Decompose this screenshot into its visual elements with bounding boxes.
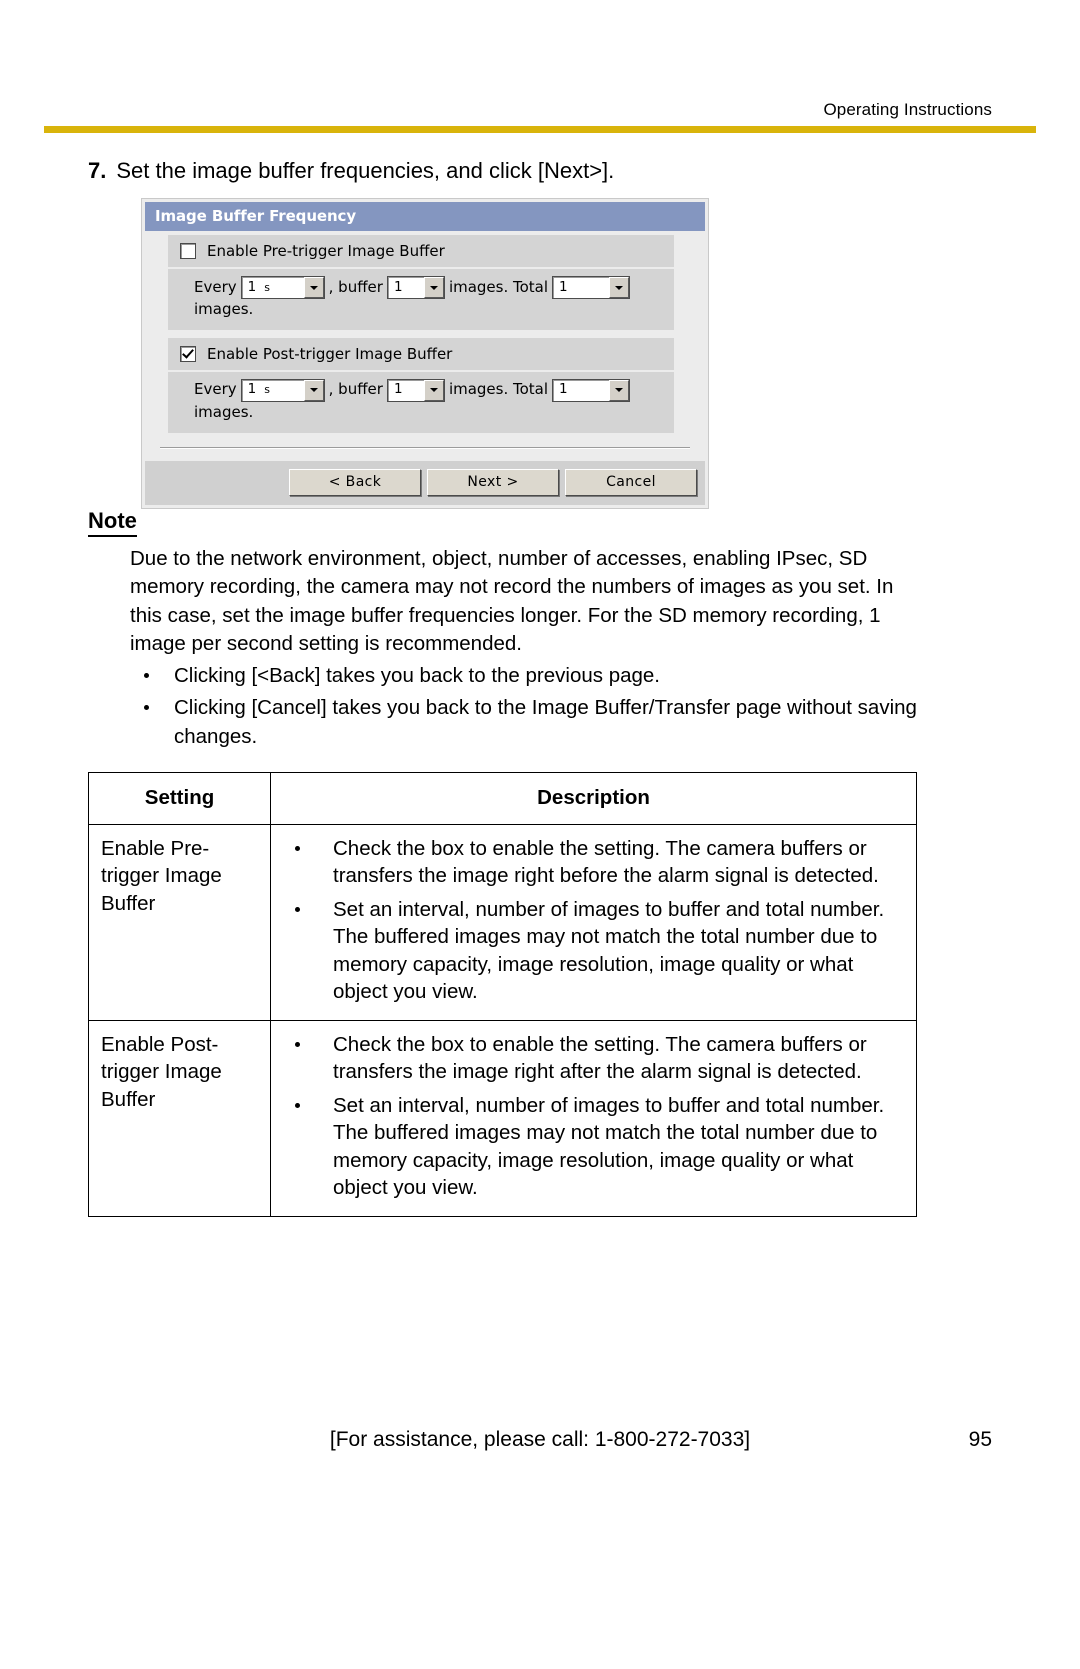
bullet-icon [295, 1041, 300, 1047]
dialog-button-bar: < Back Next > Cancel [145, 460, 705, 505]
list-item: Clicking [Cancel] takes you back to the … [130, 694, 920, 751]
post-every-value: 1 [247, 381, 257, 398]
post-buffer-value: 1 [393, 381, 403, 398]
setting-description: Check the box to enable the setting. The… [270, 823, 917, 1021]
pre-buffer-value: 1 [393, 278, 403, 295]
note-heading: Note [88, 508, 137, 538]
assistance-text: [For assistance, please call: 1-800-272-… [329, 1428, 751, 1451]
description-text: Set an interval, number of images to buf… [333, 1093, 885, 1200]
post-buffer-label: , buffer [328, 380, 383, 399]
chevron-down-icon[interactable] [423, 277, 444, 298]
pre-every-value: 1 [247, 278, 257, 295]
post-every-unit: s [264, 383, 270, 397]
post-total-select[interactable]: 1 [552, 378, 631, 402]
pre-every-select[interactable]: 1 s [240, 276, 325, 299]
description-bullet-list: Check the box to enable the setting. The… [283, 1031, 904, 1202]
post-images-total-label: images. Total [448, 380, 549, 399]
note-paragraph: Due to the network environment, object, … [130, 547, 894, 655]
chevron-down-icon[interactable] [303, 379, 324, 401]
header-title: Operating Instructions [823, 100, 992, 119]
post-every-label: Every [194, 380, 237, 399]
column-header-description: Description [270, 772, 917, 825]
step-number: 7. [88, 158, 107, 183]
note-bullet-text: Clicking [<Back] takes you back to the p… [174, 664, 661, 688]
setting-description: Check the box to enable the setting. The… [270, 1019, 917, 1217]
chevron-down-icon[interactable] [609, 379, 630, 401]
note-bullet-list: Clicking [<Back] takes you back to the p… [130, 662, 920, 751]
pre-total-select[interactable]: 1 [552, 276, 631, 299]
table-row: Enable Pre-trigger Image Buffer Check th… [88, 823, 917, 1021]
setting-name: Enable Pre-trigger Image Buffer [88, 823, 271, 1021]
post-total-value: 1 [559, 381, 568, 398]
post-trigger-checkbox-row[interactable]: Enable Post-trigger Image Buffer [168, 337, 674, 370]
post-buffer-select[interactable]: 1 [386, 378, 445, 402]
dialog-title: Image Buffer Frequency [145, 202, 705, 231]
step-instruction: 7. Set the image buffer frequencies, and… [88, 158, 614, 184]
pre-every-unit: s [264, 280, 270, 294]
pre-total-value: 1 [559, 278, 568, 295]
bullet-icon [144, 673, 149, 679]
next-button[interactable]: Next > [427, 468, 559, 496]
step-text: Set the image buffer frequencies, and cl… [116, 158, 615, 183]
note-body: Due to the network environment, object, … [130, 545, 920, 751]
column-header-setting: Setting [88, 772, 271, 825]
image-buffer-frequency-dialog: Image Buffer Frequency Enable Pre-trigge… [141, 198, 709, 509]
pre-buffer-label: , buffer [328, 277, 383, 296]
post-every-select[interactable]: 1 s [240, 378, 325, 402]
description-text: Check the box to enable the setting. The… [333, 836, 879, 888]
list-item: Set an interval, number of images to buf… [283, 1092, 904, 1202]
chevron-down-icon[interactable] [609, 277, 630, 298]
list-item: Set an interval, number of images to buf… [283, 896, 904, 1006]
chevron-down-icon[interactable] [303, 277, 324, 298]
bullet-icon [295, 906, 300, 912]
cancel-button[interactable]: Cancel [565, 468, 697, 496]
table-header-row: Setting Description [88, 772, 917, 825]
page-number: 95 [968, 1428, 992, 1451]
page-footer: [For assistance, please call: 1-800-272-… [88, 1428, 992, 1452]
list-item: Check the box to enable the setting. The… [283, 835, 904, 890]
description-text: Check the box to enable the setting. The… [333, 1032, 867, 1084]
table-row: Enable Post-trigger Image Buffer Check t… [88, 1019, 917, 1217]
setting-name: Enable Post-trigger Image Buffer [88, 1019, 271, 1217]
back-button[interactable]: < Back [289, 468, 421, 496]
post-trigger-checkbox[interactable] [180, 345, 196, 362]
post-trigger-fields: Every 1 s , buffer 1 images. Total 1 ima… [168, 371, 674, 433]
pre-trailing-label: images. [194, 300, 254, 318]
dialog-divider [160, 446, 690, 449]
description-text: Set an interval, number of images to buf… [333, 897, 885, 1004]
post-trailing-label: images. [194, 402, 254, 421]
settings-table: Setting Description Enable Pre-trigger I… [88, 772, 917, 1217]
pre-trigger-checkbox[interactable] [180, 243, 196, 259]
header-rule [44, 126, 1036, 133]
description-bullet-list: Check the box to enable the setting. The… [283, 835, 904, 1006]
pre-trigger-checkbox-row[interactable]: Enable Pre-trigger Image Buffer [168, 235, 674, 267]
bullet-icon [295, 1102, 300, 1108]
post-trigger-checkbox-label: Enable Post-trigger Image Buffer [207, 344, 453, 363]
pre-buffer-select[interactable]: 1 [386, 276, 445, 299]
bullet-icon [144, 705, 149, 711]
pre-every-label: Every [194, 277, 237, 296]
chevron-down-icon[interactable] [423, 379, 444, 401]
list-item: Clicking [<Back] takes you back to the p… [130, 662, 920, 690]
list-item: Check the box to enable the setting. The… [283, 1031, 904, 1086]
bullet-icon [295, 845, 300, 851]
pre-trigger-checkbox-label: Enable Pre-trigger Image Buffer [207, 242, 445, 260]
note-bullet-text: Clicking [Cancel] takes you back to the … [174, 696, 917, 748]
pre-images-total-label: images. Total [448, 277, 549, 296]
pre-trigger-fields: Every 1 s , buffer 1 images. Total 1 ima… [168, 269, 674, 330]
